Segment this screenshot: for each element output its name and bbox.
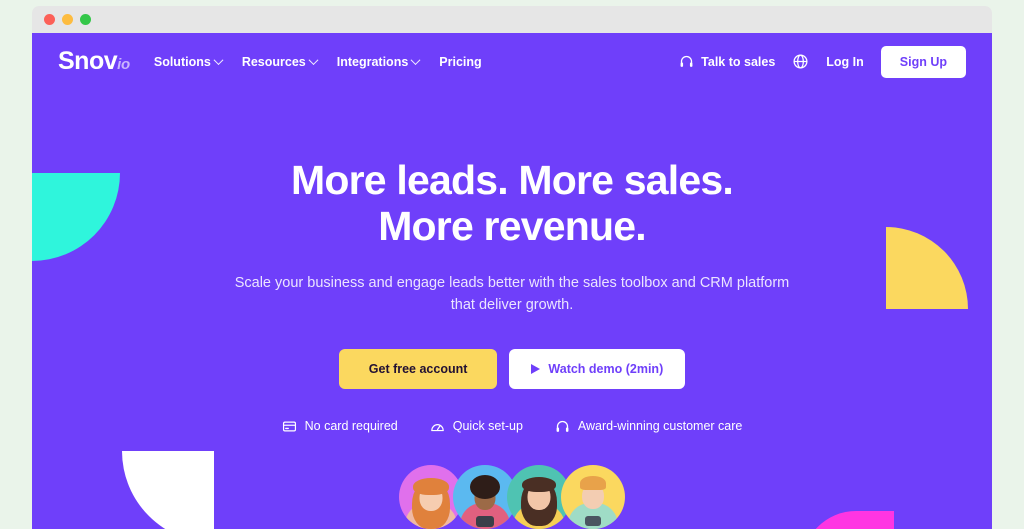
nav-item-label: Pricing xyxy=(439,54,482,69)
talk-to-sales-label: Talk to sales xyxy=(701,54,776,69)
nav-item-integrations[interactable]: Integrations xyxy=(336,54,421,69)
signup-button[interactable]: Sign Up xyxy=(880,45,966,78)
feature-label: Award-winning customer care xyxy=(577,419,743,434)
customer-avatar-group xyxy=(32,465,992,529)
feature-customer-care: Award-winning customer care xyxy=(555,419,742,434)
headline-line-2: More revenue. xyxy=(378,202,646,249)
feature-list: No card required Quick set-up Award-winn… xyxy=(32,419,992,434)
minimize-button[interactable] xyxy=(62,14,73,25)
feature-label: No card required xyxy=(304,419,398,434)
close-button[interactable] xyxy=(44,14,55,25)
cta-button-row: Get free account Watch demo (2min) xyxy=(32,348,992,389)
chevron-down-icon xyxy=(410,55,421,66)
headset-icon xyxy=(679,54,694,69)
headline-line-1: More leads. More sales. xyxy=(291,157,734,203)
play-icon xyxy=(531,363,541,374)
logo[interactable]: Snovio xyxy=(58,47,130,76)
feature-quick-setup: Quick set-up xyxy=(430,419,523,434)
chevron-down-icon xyxy=(308,55,319,66)
nav-item-label: Resources xyxy=(241,54,306,69)
speedometer-icon xyxy=(430,419,445,434)
logo-suffix: io xyxy=(117,56,130,73)
globe-icon[interactable] xyxy=(792,53,809,70)
logo-main: Snov xyxy=(58,47,118,75)
main-navigation: Solutions Resources Integrations Pricing xyxy=(154,55,482,69)
maximize-button[interactable] xyxy=(80,14,91,25)
page-title: More leads. More sales. More revenue. xyxy=(32,157,992,250)
credit-card-icon xyxy=(282,419,297,434)
nav-item-label: Integrations xyxy=(336,54,409,69)
nav-item-resources[interactable]: Resources xyxy=(241,54,319,69)
talk-to-sales-link[interactable]: Talk to sales xyxy=(679,54,775,69)
header-actions: Talk to sales Log In Sign Up xyxy=(679,45,966,78)
get-free-account-button[interactable]: Get free account xyxy=(338,348,498,389)
headset-icon xyxy=(555,419,570,434)
watch-demo-label: Watch demo (2min) xyxy=(548,361,664,376)
watch-demo-button[interactable]: Watch demo (2min) xyxy=(509,348,686,389)
page-background: Snovio Solutions Resources Integrations xyxy=(0,0,1024,529)
nav-item-solutions[interactable]: Solutions xyxy=(153,54,224,69)
login-link[interactable]: Log In xyxy=(826,55,864,69)
nav-item-pricing[interactable]: Pricing xyxy=(439,55,481,69)
chevron-down-icon xyxy=(213,55,224,66)
hero-content: More leads. More sales. More revenue. Sc… xyxy=(32,90,992,434)
site-header: Snovio Solutions Resources Integrations xyxy=(32,33,992,90)
hero-section: Snovio Solutions Resources Integrations xyxy=(32,33,992,529)
browser-window: Snovio Solutions Resources Integrations xyxy=(32,6,992,529)
avatar-4 xyxy=(561,465,625,529)
feature-no-card-required: No card required xyxy=(282,419,398,434)
hero-subheadline: Scale your business and engage leads bet… xyxy=(234,274,790,314)
nav-item-label: Solutions xyxy=(153,54,211,69)
feature-label: Quick set-up xyxy=(452,419,523,434)
browser-titlebar xyxy=(32,6,992,33)
